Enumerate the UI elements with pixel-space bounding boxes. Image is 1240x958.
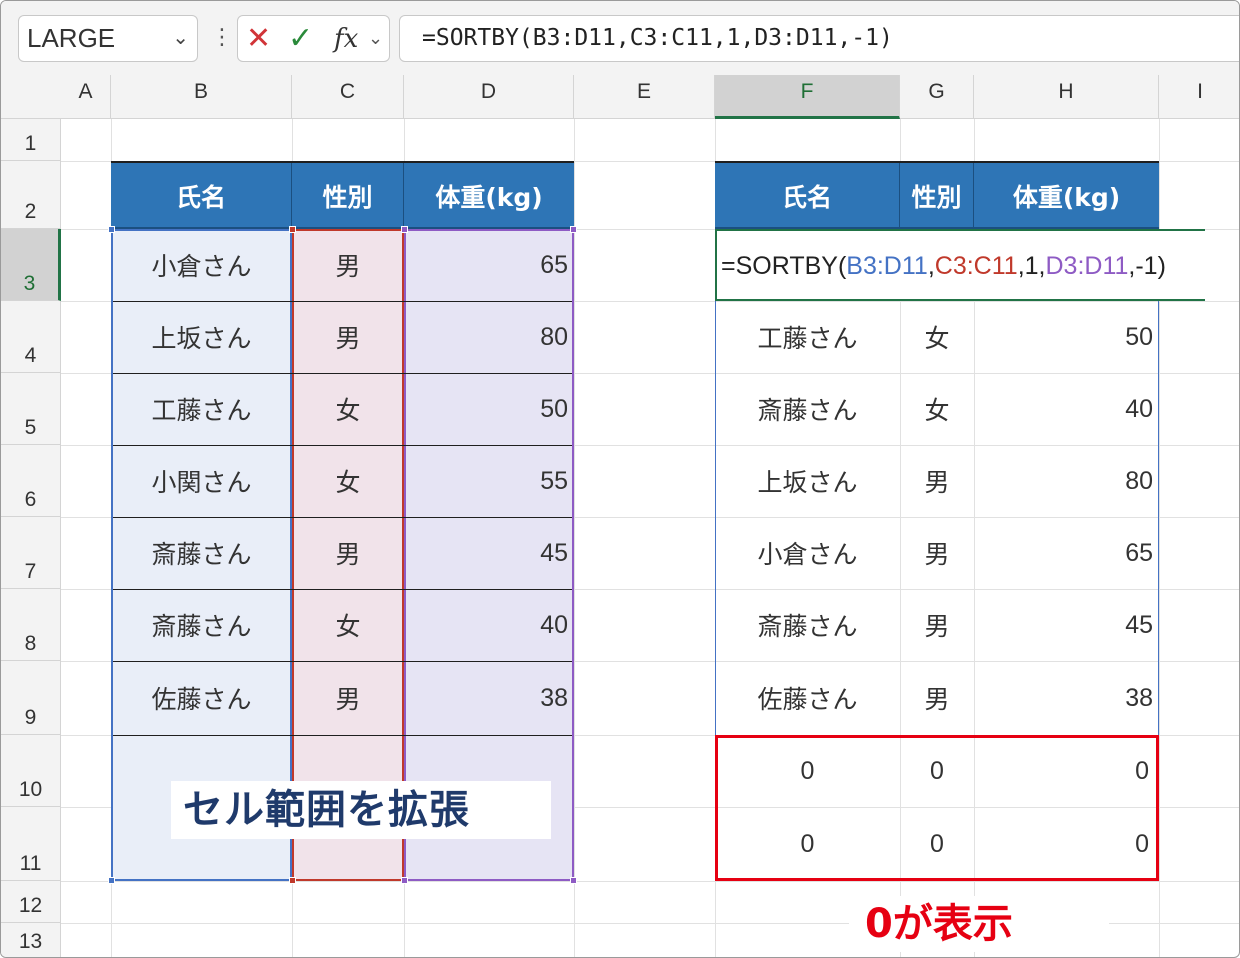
expand-range-annotation: セル範囲を拡張 [171,781,551,839]
table-cell[interactable]: 65 [404,229,574,301]
spreadsheet-window: LARGE ⌄ ⋮ ✕ ✓ fx ⌄ =SORTBY(B3:D11,C3:C11… [0,0,1240,958]
table-cell[interactable]: 上坂さん [111,301,292,373]
range-handle[interactable] [289,226,296,233]
table-cell[interactable]: 65 [974,517,1159,589]
table-cell[interactable]: 40 [974,373,1159,445]
header-gender[interactable]: 性別 [900,163,974,229]
table-cell[interactable]: 男 [900,589,974,661]
table-cell[interactable]: 男 [292,661,404,735]
range-handle[interactable] [401,226,408,233]
header-name[interactable]: 氏名 [111,163,292,229]
table-cell[interactable]: 小倉さん [111,229,292,301]
formula-ref-b: B3:D11 [846,252,928,280]
table-cell[interactable]: 女 [292,589,404,661]
column-header-bar: A B C D E F G H I [1,75,1239,119]
table-cell[interactable]: 斎藤さん [111,589,292,661]
column-header-d[interactable]: D [404,75,574,119]
formula-controls: ✕ ✓ fx ⌄ [237,15,390,62]
table-cell[interactable]: 80 [974,445,1159,517]
header-weight[interactable]: 体重(kg) [974,163,1159,229]
table-cell[interactable]: 男 [900,517,974,589]
cancel-icon[interactable]: ✕ [246,20,271,58]
zero-rows-highlight [715,735,1159,881]
range-handle[interactable] [108,877,115,884]
table-cell[interactable]: 55 [404,445,574,517]
row-header-6[interactable]: 6 [1,445,61,517]
name-box-value: LARGE [27,23,116,53]
more-options-icon[interactable]: ⋮ [211,23,233,53]
table-cell[interactable]: 工藤さん [111,373,292,445]
range-handle[interactable] [570,226,577,233]
column-header-g[interactable]: G [900,75,974,119]
chevron-down-icon[interactable]: ⌄ [368,20,383,58]
column-header-f[interactable]: F [715,75,900,119]
table-cell[interactable]: 小倉さん [715,517,900,589]
table-cell[interactable]: 40 [404,589,574,661]
table-cell[interactable]: 80 [404,301,574,373]
range-handle[interactable] [570,877,577,884]
table-cell[interactable]: 男 [292,229,404,301]
table-cell[interactable]: 男 [292,301,404,373]
row-header-10[interactable]: 10 [1,735,61,807]
table-cell[interactable]: 斎藤さん [111,517,292,589]
table-cell[interactable]: 工藤さん [715,301,900,373]
table-cell[interactable]: 斎藤さん [715,589,900,661]
formula-bar-area: LARGE ⌄ ⋮ ✕ ✓ fx ⌄ =SORTBY(B3:D11,C3:C11… [1,1,1239,75]
table-cell[interactable]: 男 [900,445,974,517]
row-header-7[interactable]: 7 [1,517,61,589]
row-header-2[interactable]: 2 [1,161,61,229]
row-header-12[interactable]: 12 [1,881,61,923]
formula-ref-c: C3:C11 [934,252,1018,280]
table-cell[interactable]: 男 [900,661,974,735]
insert-function-icon[interactable]: fx [334,20,358,58]
row-header-8[interactable]: 8 [1,589,61,661]
column-header-b[interactable]: B [111,75,292,119]
row-header-13[interactable]: 13 [1,923,61,957]
column-header-a[interactable]: A [61,75,111,119]
name-box[interactable]: LARGE ⌄ [18,15,198,62]
zero-shown-annotation: 0が表示 [849,896,1109,952]
row-header-3[interactable]: 3 [1,229,61,301]
table-cell[interactable]: 50 [404,373,574,445]
table-cell[interactable]: 斎藤さん [715,373,900,445]
header-gender[interactable]: 性別 [292,163,404,229]
table-cell[interactable]: 女 [292,373,404,445]
column-header-h[interactable]: H [974,75,1159,119]
range-handle[interactable] [289,877,296,884]
header-weight[interactable]: 体重(kg) [404,163,574,229]
table-cell[interactable]: 女 [292,445,404,517]
range-handle[interactable] [108,226,115,233]
formula-input[interactable]: =SORTBY(B3:D11,C3:C11,1,D3:D11,-1) [399,15,1239,62]
table-cell[interactable]: 38 [974,661,1159,735]
header-name[interactable]: 氏名 [715,163,900,229]
column-header-c[interactable]: C [292,75,404,119]
column-header-i[interactable]: I [1159,75,1239,119]
table-cell[interactable]: 佐藤さん [715,661,900,735]
table-cell[interactable]: 上坂さん [715,445,900,517]
table-cell[interactable]: 佐藤さん [111,661,292,735]
active-cell-editor[interactable]: =SORTBY(B3:D11,C3:C11,1,D3:D11,-1) [715,229,1205,301]
row-header-5[interactable]: 5 [1,373,61,445]
table-cell[interactable]: 50 [974,301,1159,373]
table-cell[interactable]: 女 [900,301,974,373]
table-cell[interactable]: 45 [404,517,574,589]
table-cell[interactable]: 45 [974,589,1159,661]
formula-ref-d: D3:D11 [1045,252,1129,280]
table-cell[interactable]: 小関さん [111,445,292,517]
table-cell[interactable]: 38 [404,661,574,735]
column-header-e[interactable]: E [574,75,715,119]
table-cell[interactable]: 男 [292,517,404,589]
chevron-down-icon[interactable]: ⌄ [172,16,189,61]
row-header-11[interactable]: 11 [1,807,61,881]
row-header-1[interactable]: 1 [1,119,61,161]
row-header-4[interactable]: 4 [1,301,61,373]
row-header-9[interactable]: 9 [1,661,61,735]
table-cell[interactable]: 女 [900,373,974,445]
range-handle[interactable] [401,877,408,884]
check-icon[interactable]: ✓ [288,20,313,58]
